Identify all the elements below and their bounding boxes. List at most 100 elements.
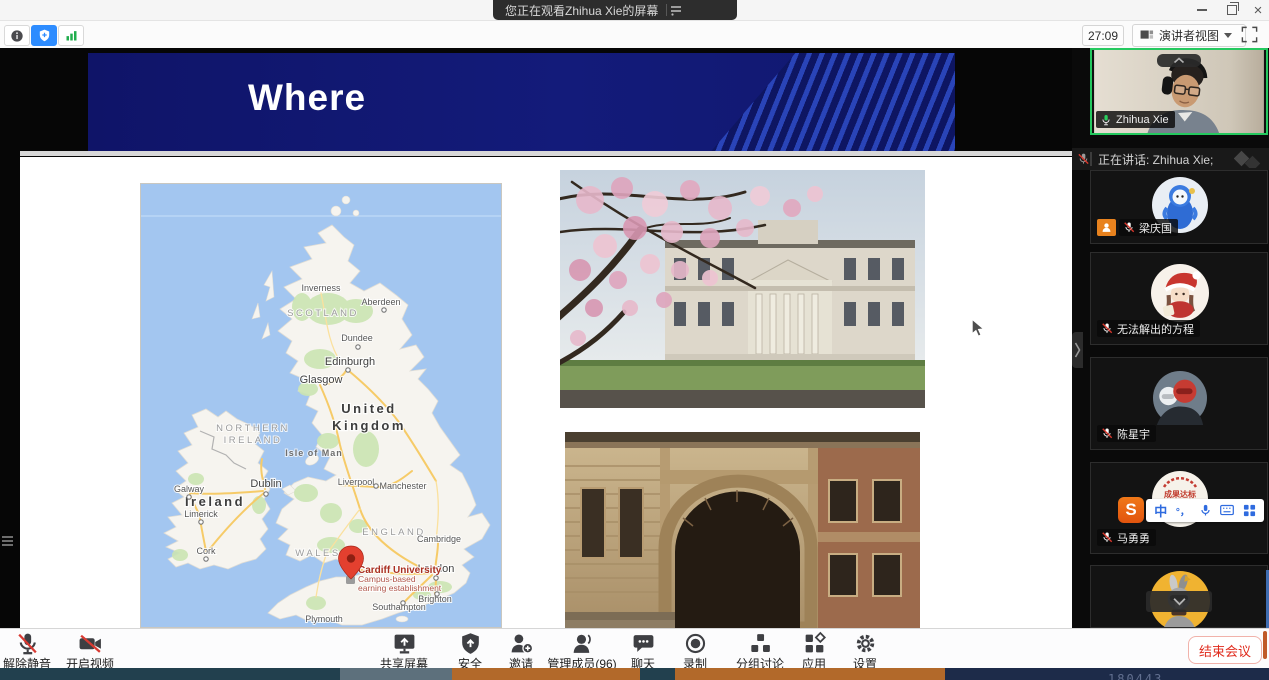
mic-muted-icon [1123, 221, 1135, 234]
map-city-dot [382, 308, 386, 312]
edge-accent-bar [1263, 631, 1267, 659]
map-label: Liverpool [338, 477, 375, 487]
panel-grip-icon[interactable] [2, 536, 13, 548]
mic-active-icon [1100, 113, 1112, 127]
participant-tile[interactable]: 梁庆国 [1090, 170, 1268, 244]
mic-muted-icon [1101, 427, 1113, 440]
host-role-badge [1097, 219, 1116, 236]
map-label: Southampton [372, 602, 426, 612]
chat-bubble-icon [631, 631, 656, 656]
chevron-down-icon [1172, 597, 1187, 606]
photo-archway-building [565, 432, 920, 628]
participants-panel: Zhihua Xie 正在讲话: Zhihua Xie; [1072, 48, 1269, 628]
ime-keyboard-icon[interactable] [1220, 504, 1234, 516]
view-mode-caret-icon [1224, 33, 1232, 38]
map-label: Kingdom [332, 418, 406, 433]
map-label: earning establishment [358, 583, 442, 593]
speaker-name-tag: Zhihua Xie [1096, 111, 1175, 128]
map-label: Dublin [250, 478, 281, 490]
sogou-ime-bar: S 中 °， [1118, 497, 1264, 523]
uk-map-image: InvernessSCOTLANDAberdeenDundeeEdinburgh… [140, 183, 502, 628]
mic-muted-icon [15, 631, 40, 656]
participant-tile[interactable]: 无法解出的方程 [1090, 252, 1268, 345]
map-label: NORTHERN [216, 423, 290, 434]
shared-screen-area: Where [0, 48, 1072, 628]
meeting-info-button[interactable] [4, 25, 30, 46]
active-speaker-video-tile[interactable]: Zhihua Xie [1090, 48, 1268, 135]
desktop-taskbar-edge: 180443 [0, 668, 1269, 680]
settings-button[interactable]: 设置 [825, 631, 905, 672]
map-city-dot [346, 368, 350, 372]
watching-screen-text: 您正在观看Zhihua Xie的屏幕 [493, 2, 666, 19]
speaker-name: Zhihua Xie [1116, 114, 1169, 126]
shield-icon [37, 28, 52, 43]
map-label: Edinburgh [325, 356, 375, 368]
map-label: IRELAND [224, 435, 283, 446]
meeting-info-bar: 27:09 演讲者视图 [0, 21, 1269, 49]
map-label: WALES [295, 548, 340, 559]
chevron-up-icon [1173, 57, 1185, 64]
watching-screen-badge[interactable]: 您正在观看Zhihua Xie的屏幕 [493, 0, 737, 20]
speaker-view-icon [1139, 28, 1154, 43]
banner-underline [20, 151, 1072, 156]
map-label: Cambridge [417, 534, 461, 544]
slide-title: Where [248, 77, 366, 119]
ime-toolbox-icon[interactable] [1243, 504, 1256, 517]
encryption-shield-button[interactable] [31, 25, 57, 46]
map-label: United [341, 401, 396, 416]
participant-tile[interactable]: 陈星宇 [1090, 357, 1268, 450]
map-city-dot [199, 520, 203, 524]
person-icon [1101, 222, 1112, 233]
slide-title-banner: Where [88, 53, 955, 151]
mic-muted-gray-icon [1077, 152, 1090, 166]
map-city-dot [356, 345, 360, 349]
view-mode-button[interactable]: 演讲者视图 [1132, 24, 1246, 47]
ime-mode-chinese[interactable]: 中 [1154, 501, 1167, 520]
badge-menu-icon[interactable] [667, 3, 685, 17]
close-button[interactable]: × [1247, 2, 1269, 18]
map-city-dot [374, 484, 378, 488]
restore-button[interactable] [1221, 2, 1243, 18]
avatar [1153, 371, 1207, 425]
mic-muted-icon [1101, 322, 1113, 335]
ime-mic-icon[interactable] [1199, 504, 1212, 517]
map-city-dot [401, 601, 405, 605]
record-icon [683, 631, 708, 656]
meeting-controls-bar: 解除静音 开启视频 共享屏幕 [0, 628, 1269, 668]
taskbar-partial-digits: 180443 [1108, 672, 1163, 680]
map-city-dot [204, 557, 208, 561]
now-speaking-text: 正在讲话: Zhihua Xie; [1098, 151, 1213, 168]
banner-stripe-graphic [535, 53, 955, 151]
map-city-dot [435, 592, 439, 596]
minimize-button[interactable] [1191, 2, 1213, 18]
view-mode-label: 演讲者视图 [1159, 27, 1219, 44]
map-label: Ireland [185, 494, 245, 509]
mouse-cursor [970, 318, 986, 338]
breakout-rooms-icon [748, 631, 773, 656]
map-label: Isle of Man [285, 448, 343, 458]
participant-name-tag: 陈星宇 [1097, 425, 1156, 442]
participant-name: 陈星宇 [1117, 426, 1150, 442]
start-video-button[interactable]: 开启视频 [50, 631, 130, 672]
map-label: Inverness [301, 283, 341, 293]
info-icon [9, 28, 25, 44]
fullscreen-button[interactable] [1240, 25, 1259, 49]
map-label: Dundee [341, 333, 373, 343]
end-meeting-button[interactable]: 结束会议 [1188, 636, 1262, 664]
avatar [1151, 264, 1209, 322]
scroll-participants-down-button[interactable] [1146, 591, 1212, 612]
map-label: Aberdeen [361, 297, 400, 307]
map-label: Manchester [379, 481, 426, 491]
participant-name-tag: 梁庆国 [1119, 219, 1178, 236]
sogou-logo-icon[interactable]: S [1118, 497, 1144, 523]
network-quality-button[interactable] [58, 25, 84, 46]
meeting-timer: 27:09 [1082, 25, 1124, 46]
security-shield-icon [458, 631, 483, 656]
window-titlebar: 您正在观看Zhihua Xie的屏幕 × [0, 0, 1269, 21]
map-city-dot [264, 492, 268, 496]
map-label: Galway [174, 484, 205, 494]
collapse-videos-button[interactable] [1157, 54, 1201, 67]
participant-name: 无法解出的方程 [1117, 321, 1194, 337]
ime-punctuation[interactable]: °， [1176, 503, 1190, 518]
panel-collapse-tab[interactable] [1072, 332, 1083, 368]
